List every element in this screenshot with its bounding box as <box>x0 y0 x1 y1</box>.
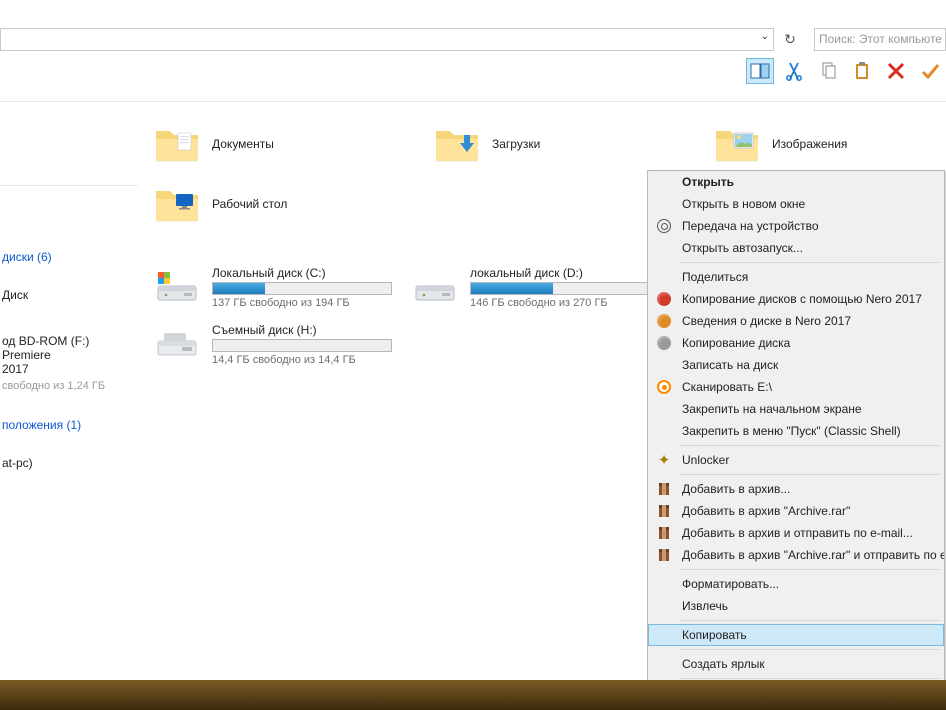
ctx-nero-copy[interactable]: Копирование дисков с помощью Nero 2017 <box>648 288 944 310</box>
ctx-open[interactable]: Открыть <box>648 171 944 193</box>
nero-icon <box>655 312 673 330</box>
drive-usage-bar <box>212 339 392 352</box>
taskbar <box>0 680 946 710</box>
context-menu: Открыть Открыть в новом окне Передача на… <box>647 170 945 705</box>
documents-folder-icon <box>154 125 200 163</box>
drive-h[interactable]: Съемный диск (H:) 14,4 ГБ свободно из 14… <box>154 323 404 366</box>
ctx-unlocker[interactable]: ✦Unlocker <box>648 449 944 471</box>
removable-drive-icon <box>154 323 200 363</box>
sidebar-item-network[interactable]: at-pc) <box>0 452 142 474</box>
address-dropdown-icon[interactable]: ⌄ <box>761 31 769 42</box>
ctx-scan[interactable]: Сканировать E:\ <box>648 376 944 398</box>
folder-label: Рабочий стол <box>212 197 287 211</box>
hdd-icon <box>412 266 458 306</box>
pictures-folder-icon <box>714 125 760 163</box>
sidebar-item-disk[interactable]: Диск <box>0 284 142 306</box>
ctx-pin-classic[interactable]: Закрепить в меню "Пуск" (Classic Shell) <box>648 420 944 442</box>
key-icon: ✦ <box>655 451 673 469</box>
folder-label: Загрузки <box>492 137 540 151</box>
preview-pane-button[interactable] <box>746 58 774 84</box>
drive-name: Съемный диск (H:) <box>212 323 392 337</box>
delete-button[interactable] <box>882 58 910 84</box>
device-icon <box>655 217 673 235</box>
address-bar[interactable]: ⌄ <box>0 28 774 51</box>
sidebar: диски (6) Диск од BD-ROM (F:) Premiere 2… <box>0 101 142 676</box>
drive-sub: 137 ГБ свободно из 194 ГБ <box>212 297 392 309</box>
desktop-folder-icon <box>154 185 200 223</box>
ctx-rar-add[interactable]: Добавить в архив... <box>648 478 944 500</box>
hdd-icon <box>154 266 200 306</box>
sidebar-network-header: положения (1) <box>0 414 142 436</box>
ctx-copy[interactable]: Копировать <box>648 624 944 646</box>
toolbar <box>746 56 944 86</box>
drive-sub: 146 ГБ свободно из 270 ГБ <box>470 297 650 309</box>
ctx-autoplay[interactable]: Открыть автозапуск... <box>648 237 944 259</box>
copy-button[interactable] <box>814 58 842 84</box>
folder-downloads[interactable]: Загрузки <box>434 125 654 163</box>
apply-button[interactable] <box>916 58 944 84</box>
drive-sub: 14,4 ГБ свободно из 14,4 ГБ <box>212 354 392 366</box>
drive-d[interactable]: локальный диск (D:) 146 ГБ свободно из 2… <box>412 266 662 309</box>
sidebar-item-bdrom[interactable]: од BD-ROM (F:) Premiere 2017 <box>0 330 142 380</box>
drive-usage-bar <box>212 282 392 295</box>
folder-label: Документы <box>212 137 274 151</box>
ctx-format[interactable]: Форматировать... <box>648 573 944 595</box>
ctx-pin-start[interactable]: Закрепить на начальном экране <box>648 398 944 420</box>
downloads-folder-icon <box>434 125 480 163</box>
nero-icon <box>655 290 673 308</box>
folder-documents[interactable]: Документы <box>154 125 374 163</box>
drive-usage-bar <box>470 282 650 295</box>
cut-button[interactable] <box>780 58 808 84</box>
sidebar-bdrom-sub: свободно из 1,24 ГБ <box>0 380 142 398</box>
ctx-eject[interactable]: Извлечь <box>648 595 944 617</box>
ctx-shortcut[interactable]: Создать ярлык <box>648 653 944 675</box>
rar-icon <box>655 546 673 564</box>
ctx-rar-email[interactable]: Добавить в архив и отправить по e-mail..… <box>648 522 944 544</box>
ctx-nero-copydisc[interactable]: Копирование диска <box>648 332 944 354</box>
sidebar-drives-header: диски (6) <box>0 246 142 268</box>
ctx-burn[interactable]: Записать на диск <box>648 354 944 376</box>
ctx-send-to-device[interactable]: Передача на устройство <box>648 215 944 237</box>
avast-icon <box>655 378 673 396</box>
ctx-share[interactable]: Поделиться <box>648 266 944 288</box>
paste-button[interactable] <box>848 58 876 84</box>
ctx-nero-info[interactable]: Сведения о диске в Nero 2017 <box>648 310 944 332</box>
refresh-button[interactable]: ↻ <box>778 28 802 51</box>
ctx-open-new-window[interactable]: Открыть в новом окне <box>648 193 944 215</box>
rar-icon <box>655 524 673 542</box>
ctx-rar-add-named[interactable]: Добавить в архив "Archive.rar" <box>648 500 944 522</box>
folder-desktop[interactable]: Рабочий стол <box>154 185 374 223</box>
folder-label: Изображения <box>772 137 847 151</box>
ctx-rar-named-email[interactable]: Добавить в архив "Archive.rar" и отправи… <box>648 544 944 566</box>
search-input[interactable]: Поиск: Этот компьюте <box>814 28 946 51</box>
rar-icon <box>655 480 673 498</box>
drive-name: Локальный диск (C:) <box>212 266 392 280</box>
drive-name: локальный диск (D:) <box>470 266 650 280</box>
rar-icon <box>655 502 673 520</box>
nero-icon <box>655 334 673 352</box>
folder-pictures[interactable]: Изображения <box>714 125 934 163</box>
drive-c[interactable]: Локальный диск (C:) 137 ГБ свободно из 1… <box>154 266 404 309</box>
